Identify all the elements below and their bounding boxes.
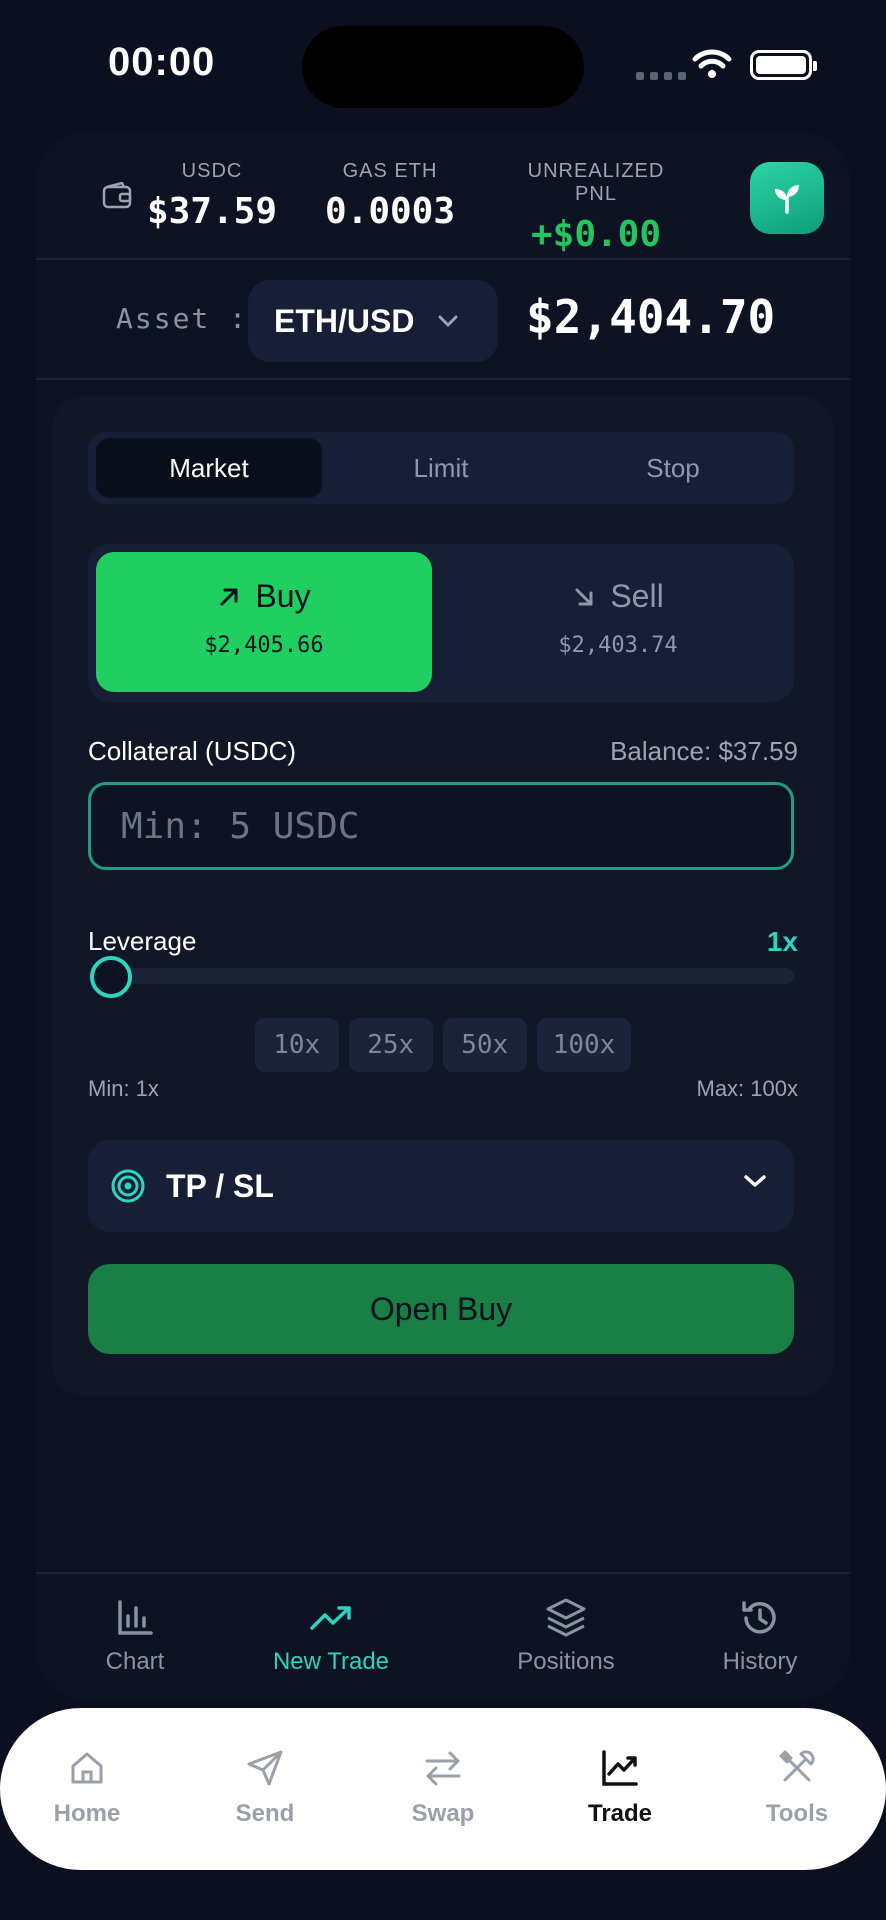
tab-new-trade[interactable]: New Trade xyxy=(256,1596,406,1676)
main-tabbar: Home Send Swap Trade Tools xyxy=(0,1708,886,1870)
gas-label: GAS ETH xyxy=(342,160,438,182)
status-time: 00:00 xyxy=(108,40,216,84)
tab-history-label: History xyxy=(722,1648,798,1675)
sell-button[interactable]: Sell $2,403.74 xyxy=(450,552,786,692)
usdc-label: USDC xyxy=(181,160,243,182)
sprout-button[interactable] xyxy=(750,162,824,234)
sell-label: Sell xyxy=(610,578,664,614)
tab-positions[interactable]: Positions xyxy=(496,1596,636,1676)
divider xyxy=(36,378,850,380)
gas-eth-stat: GAS ETH 0.0003 xyxy=(320,160,460,232)
signal-icon xyxy=(636,72,686,80)
nav-home-label: Home xyxy=(53,1800,121,1827)
nav-trade-label: Trade xyxy=(587,1800,653,1827)
pnl-value: +$0.00 xyxy=(530,214,662,255)
sell-price: $2,403.74 xyxy=(558,633,678,658)
usdc-value: $37.59 xyxy=(146,191,278,232)
trending-up-icon xyxy=(310,1606,351,1630)
battery-icon xyxy=(750,50,817,80)
leverage-chip-25x[interactable]: 25x xyxy=(348,1018,433,1072)
leverage-value: 1x xyxy=(766,926,798,957)
tab-market[interactable]: Market xyxy=(96,438,322,498)
side-selector: Buy $2,405.66 Sell $2,403.74 xyxy=(88,544,794,702)
nav-swap[interactable]: Swap xyxy=(373,1746,513,1828)
nav-tools-label: Tools xyxy=(765,1800,829,1827)
buy-label: Buy xyxy=(255,578,311,614)
chevron-down-icon xyxy=(744,1175,766,1187)
tp-sl-toggle[interactable]: TP / SL xyxy=(88,1140,794,1232)
history-icon xyxy=(742,1601,776,1634)
arrow-up-right-icon xyxy=(220,588,238,605)
chevron-down-icon xyxy=(438,315,458,327)
pnl-label: UNREALIZED PNL xyxy=(527,160,665,205)
order-type-tabs: Market Limit Stop xyxy=(88,432,794,504)
trade-tabbar: Chart New Trade Positions History xyxy=(36,1572,850,1700)
tab-chart-label: Chart xyxy=(105,1648,165,1675)
wallet-icon xyxy=(102,182,132,209)
leverage-min: Min: 1x xyxy=(88,1076,159,1101)
tab-stop[interactable]: Stop xyxy=(560,438,786,498)
tab-chart[interactable]: Chart xyxy=(80,1596,190,1676)
trade-chart-icon xyxy=(602,1750,638,1786)
leverage-presets: 10x 25x 50x 100x xyxy=(52,1018,834,1072)
leverage-chip-100x[interactable]: 100x xyxy=(536,1018,632,1072)
gas-value: 0.0003 xyxy=(324,191,456,232)
asset-pair: ETH/USD xyxy=(274,302,415,339)
nav-send[interactable]: Send xyxy=(195,1746,335,1828)
tab-new-trade-label: New Trade xyxy=(272,1648,390,1675)
tools-icon xyxy=(779,1750,815,1782)
collateral-balance: Balance: $37.59 xyxy=(610,736,798,766)
tab-history[interactable]: History xyxy=(700,1596,820,1676)
sprout-icon xyxy=(775,185,799,214)
asset-price: $2,404.70 xyxy=(526,290,776,344)
swap-icon xyxy=(425,1751,461,1786)
leverage-chip-10x[interactable]: 10x xyxy=(254,1018,339,1072)
order-panel: Market Limit Stop Buy $2,405.66 Sell $2,… xyxy=(52,396,834,1396)
usdc-balance-stat: USDC $37.59 xyxy=(140,160,284,232)
status-bar: 00:00 xyxy=(0,0,886,130)
open-buy-button[interactable]: Open Buy xyxy=(88,1264,794,1354)
buy-button[interactable]: Buy $2,405.66 xyxy=(96,552,432,692)
tab-positions-label: Positions xyxy=(517,1648,615,1675)
home-icon xyxy=(71,1752,103,1784)
collateral-input[interactable] xyxy=(88,782,794,870)
tp-sl-label: TP / SL xyxy=(166,1168,274,1204)
nav-swap-label: Swap xyxy=(411,1800,475,1827)
asset-label: Asset : xyxy=(116,302,249,335)
wifi-icon xyxy=(692,49,732,78)
leverage-chip-50x[interactable]: 50x xyxy=(442,1018,527,1072)
dynamic-island xyxy=(302,26,584,108)
asset-selector[interactable]: ETH/USD xyxy=(248,280,498,362)
buy-price: $2,405.66 xyxy=(204,633,324,658)
nav-home[interactable]: Home xyxy=(17,1746,157,1828)
collateral-label: Collateral (USDC) xyxy=(88,736,297,766)
arrow-down-right-icon xyxy=(575,588,593,605)
leverage-max: Max: 100x xyxy=(696,1076,799,1101)
leverage-slider-track[interactable] xyxy=(88,968,794,984)
layers-icon xyxy=(546,1598,586,1637)
trade-card: USDC $37.59 GAS ETH 0.0003 UNREALIZED PN… xyxy=(36,132,850,1700)
wallet-stats-row: USDC $37.59 GAS ETH 0.0003 UNREALIZED PN… xyxy=(36,132,850,260)
nav-trade[interactable]: Trade xyxy=(550,1746,690,1828)
send-icon xyxy=(247,1750,283,1786)
target-icon xyxy=(111,1169,145,1203)
tab-limit[interactable]: Limit xyxy=(328,438,554,498)
nav-tools[interactable]: Tools xyxy=(727,1746,867,1828)
leverage-label: Leverage xyxy=(88,926,197,956)
bar-chart-icon xyxy=(118,1600,153,1635)
unrealized-pnl-stat: UNREALIZED PNL +$0.00 xyxy=(506,160,686,255)
nav-send-label: Send xyxy=(235,1800,295,1827)
leverage-slider-thumb[interactable] xyxy=(90,956,132,998)
